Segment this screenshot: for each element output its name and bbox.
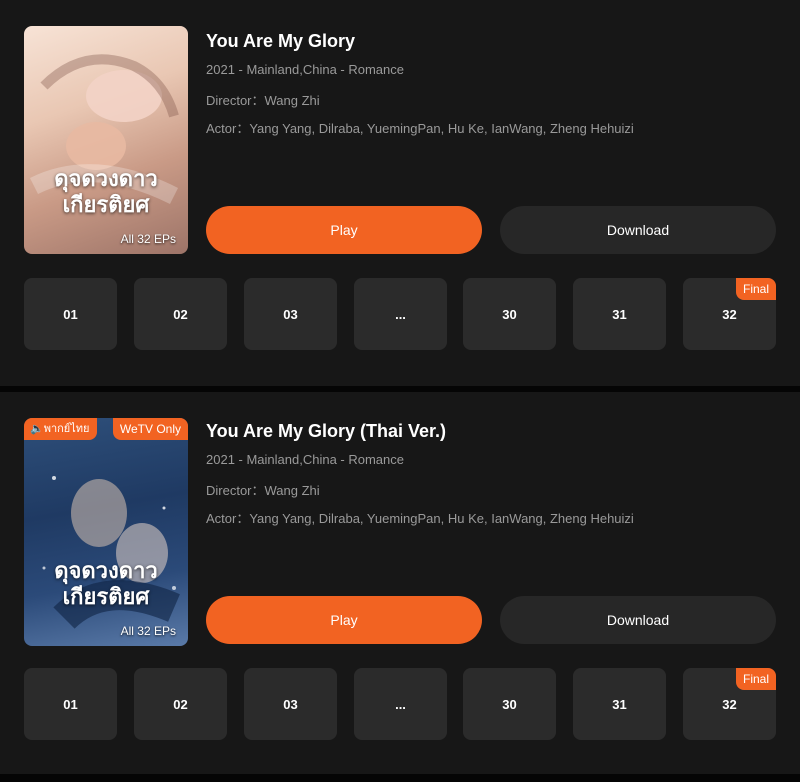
poster-thumbnail[interactable]: ดุจดวงดาว เกียรติยศ All 32 EPs — [24, 26, 188, 254]
episode-count: All 32 EPs — [120, 624, 176, 638]
wetv-only-badge: WeTV Only — [112, 418, 188, 440]
thai-dub-label: พากย์ไทย — [43, 423, 90, 435]
play-button[interactable]: Play — [206, 596, 482, 644]
episode-number: 01 — [63, 696, 78, 712]
episode-number: 32 — [722, 696, 737, 712]
poster-thumbnail[interactable]: 🔈พากย์ไทย WeTV Only ดุจดวงดาว เกียรติยศ … — [24, 418, 188, 646]
episode-tile[interactable]: 01 — [24, 668, 117, 740]
episode-tile[interactable]: 30 — [463, 278, 556, 350]
download-button[interactable]: Download — [500, 596, 776, 644]
episode-number: 31 — [612, 306, 627, 322]
episode-number: ... — [395, 306, 406, 322]
poster-art-icon — [42, 476, 180, 630]
episode-number: 03 — [283, 306, 298, 322]
episode-tile[interactable]: 32 Final — [683, 278, 776, 350]
drama-director: Director：Wang Zhi — [206, 483, 320, 498]
drama-actors: Actor：Yang Yang, Dilraba, YuemingPan, Hu… — [206, 121, 634, 136]
episode-tile[interactable]: 31 — [573, 278, 666, 350]
download-button[interactable]: Download — [500, 206, 776, 254]
final-badge: Final — [735, 278, 776, 300]
drama-meta: 2021 - Mainland,China - Romance — [206, 62, 404, 77]
episode-number: 02 — [173, 696, 188, 712]
episode-tile[interactable]: 30 — [463, 668, 556, 740]
episode-number: 31 — [612, 696, 627, 712]
episode-number: ... — [395, 696, 406, 712]
episode-tile[interactable]: 02 — [134, 668, 227, 740]
drama-card: ดุจดวงดาว เกียรติยศ All 32 EPs You Are M… — [0, 0, 800, 386]
episode-number: 02 — [173, 306, 188, 322]
drama-meta: 2021 - Mainland,China - Romance — [206, 452, 404, 467]
episode-more-tile[interactable]: ... — [354, 278, 447, 350]
episode-count: All 32 EPs — [120, 232, 176, 246]
poster-art-icon — [29, 54, 179, 205]
episode-tile[interactable]: 01 — [24, 278, 117, 350]
play-button[interactable]: Play — [206, 206, 482, 254]
episode-number: 01 — [63, 306, 78, 322]
episode-tile[interactable]: 31 — [573, 668, 666, 740]
drama-card: 🔈พากย์ไทย WeTV Only ดุจดวงดาว เกียรติยศ … — [0, 392, 800, 774]
poster-title: ดุจดวงดาว เกียรติยศ — [54, 558, 158, 610]
episode-tile[interactable]: 02 — [134, 278, 227, 350]
final-badge: Final — [735, 668, 776, 690]
poster-title: ดุจดวงดาว เกียรติยศ — [54, 166, 158, 218]
episode-number: 03 — [283, 696, 298, 712]
thai-dub-badge: 🔈พากย์ไทย — [24, 418, 98, 440]
episode-number: 30 — [502, 306, 517, 322]
episode-tile[interactable]: 32 Final — [683, 668, 776, 740]
episode-more-tile[interactable]: ... — [354, 668, 447, 740]
drama-actors: Actor：Yang Yang, Dilraba, YuemingPan, Hu… — [206, 511, 634, 526]
episode-number: 30 — [502, 696, 517, 712]
episode-tile[interactable]: 03 — [244, 278, 337, 350]
drama-title[interactable]: You Are My Glory (Thai Ver.) — [206, 421, 446, 442]
episode-number: 32 — [722, 306, 737, 322]
episode-tile[interactable]: 03 — [244, 668, 337, 740]
drama-title[interactable]: You Are My Glory — [206, 31, 355, 52]
speaker-icon: 🔈 — [30, 423, 44, 435]
drama-director: Director：Wang Zhi — [206, 93, 320, 108]
